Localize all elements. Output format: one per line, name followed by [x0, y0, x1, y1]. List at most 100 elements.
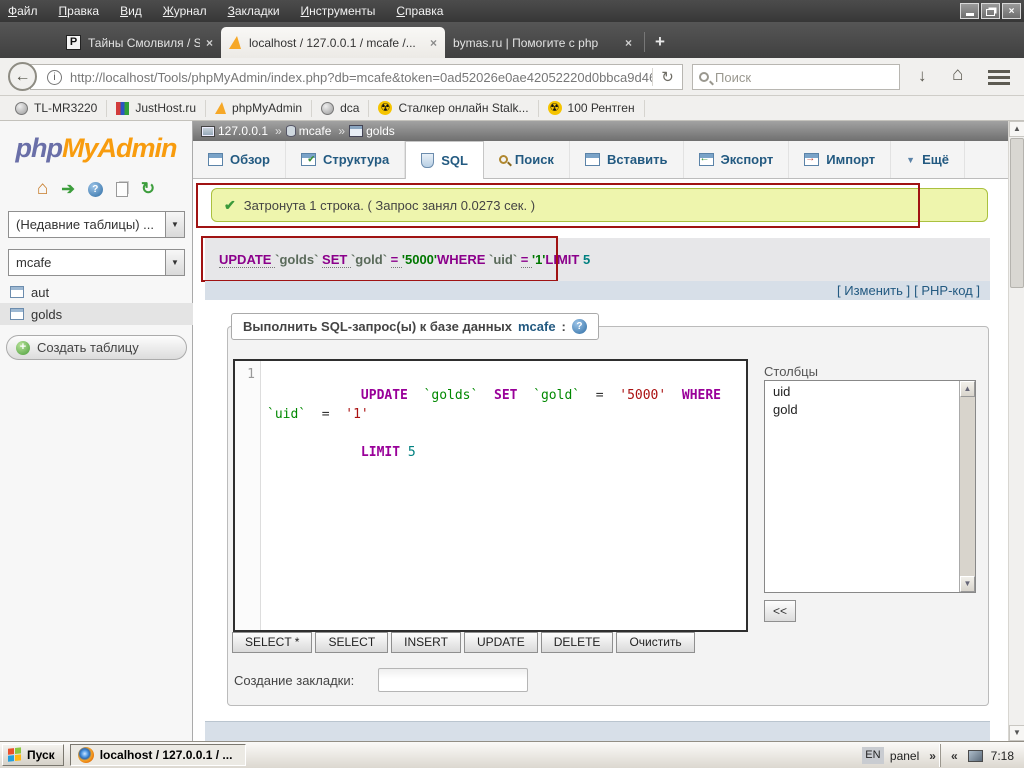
scroll-up-icon[interactable]: ▲ — [960, 381, 975, 397]
search-input[interactable] — [715, 70, 899, 85]
pma-tab[interactable]: Структура — [286, 141, 405, 178]
network-monitor-icon[interactable] — [968, 750, 983, 762]
pma-tab[interactable]: ▼ Ещё — [891, 141, 965, 178]
sql-token: WHERE — [682, 388, 737, 403]
scroll-down-icon[interactable]: ▼ — [960, 576, 975, 592]
scroll-up-icon[interactable]: ▲ — [1009, 121, 1024, 137]
pma-tab-bar: Обзор Структура SQL Поиск — [193, 141, 1008, 179]
bookmark-item[interactable]: ☢ Сталкер онлайн Stalk... — [369, 100, 538, 117]
bookmark-item[interactable]: ☢ 100 Рентген — [539, 100, 645, 117]
menu-item[interactable]: Закладки — [228, 4, 280, 18]
legend-database-link[interactable]: mcafe — [518, 319, 556, 334]
column-option[interactable]: gold — [773, 402, 959, 420]
pma-tab[interactable]: Вставить — [570, 141, 684, 178]
scroll-down-icon[interactable]: ▼ — [1009, 725, 1024, 741]
chevron-left-icon[interactable]: « — [951, 749, 958, 763]
phpmyadmin-favicon-icon — [229, 36, 241, 49]
pma-tab[interactable]: Поиск — [484, 141, 570, 178]
menu-item[interactable]: Инструменты — [301, 4, 376, 18]
column-option[interactable]: uid — [773, 384, 959, 402]
vertical-scrollbar[interactable]: ▲ ▼ — [1008, 121, 1024, 741]
bookmark-item[interactable]: dca — [312, 100, 369, 117]
minimize-icon[interactable] — [960, 3, 979, 19]
favicon-p-icon: P — [66, 35, 81, 50]
search-box[interactable] — [692, 64, 900, 90]
menu-hamburger-icon[interactable] — [988, 70, 1010, 85]
sql-action-button[interactable]: Очистить — [616, 632, 694, 653]
pma-tab[interactable]: Экспорт — [684, 141, 790, 178]
bookmark-name-input[interactable] — [378, 668, 528, 692]
breadcrumb-table[interactable]: golds — [366, 124, 395, 138]
sql-action-button[interactable]: DELETE — [541, 632, 614, 653]
logout-icon[interactable]: ➔ — [61, 179, 74, 199]
refresh-icon[interactable]: ↻ — [141, 179, 155, 199]
bookmark-label: 100 Рентген — [568, 101, 635, 115]
table-name[interactable]: aut — [31, 285, 49, 300]
downloads-icon[interactable]: ↓ — [918, 66, 927, 86]
start-button[interactable]: Пуск — [2, 744, 64, 766]
bookmark-favicon-icon: ☢ — [378, 101, 392, 115]
menu-item[interactable]: Справка — [396, 4, 443, 18]
menu-item[interactable]: Вид — [120, 4, 142, 18]
browser-tab[interactable]: bymas.ru | Помогите с php × — [445, 27, 640, 58]
help-icon[interactable]: ? — [572, 319, 587, 334]
tab-close-icon[interactable]: × — [430, 36, 437, 50]
chevron-down-icon[interactable]: ▼ — [165, 212, 184, 237]
docs-icon[interactable] — [116, 182, 128, 197]
recent-tables-select[interactable]: (Недавние таблицы) ... ▼ — [8, 211, 185, 238]
bookmark-item[interactable]: TL-MR3220 — [6, 100, 107, 117]
tab-close-icon[interactable]: × — [625, 36, 632, 50]
edit-query-link[interactable]: [ Изменить ] — [837, 283, 910, 298]
home-icon[interactable]: ⌂ — [952, 64, 963, 86]
menu-item[interactable]: Правка — [59, 4, 100, 18]
browser-tab[interactable]: P Тайны Смолвиля / Smallville ... × — [58, 27, 221, 58]
browser-tab-bar: P Тайны Смолвиля / Smallville ... × loca… — [0, 22, 1024, 58]
bookmark-item[interactable]: JustHost.ru — [107, 100, 206, 117]
restore-icon[interactable] — [981, 3, 1000, 19]
table-list-item[interactable]: golds — [0, 303, 193, 325]
php-code-link[interactable]: [ PHP-код ] — [914, 283, 980, 298]
breadcrumb-database[interactable]: mcafe — [299, 124, 332, 138]
sql-action-button[interactable]: UPDATE — [464, 632, 538, 653]
editor-code[interactable]: UPDATE `golds` SET `gold` = '5000' WHERE… — [261, 361, 746, 630]
listbox-scrollbar[interactable]: ▲ ▼ — [959, 381, 975, 592]
reload-icon[interactable]: ↻ — [652, 68, 682, 86]
panel-label[interactable]: panel — [890, 749, 919, 763]
new-tab-button[interactable]: + — [655, 32, 665, 52]
back-button[interactable]: ← — [8, 62, 37, 91]
insert-columns-button[interactable]: << — [764, 600, 796, 622]
sql-action-button[interactable]: SELECT * — [232, 632, 312, 653]
sql-token: `uid` — [267, 407, 322, 422]
table-list-item[interactable]: aut — [0, 281, 193, 303]
sql-token: '1' — [532, 252, 545, 267]
taskbar-task-firefox[interactable]: localhost / 127.0.0.1 / ... — [70, 744, 246, 766]
site-info-icon[interactable]: i — [47, 70, 62, 85]
chevron-down-icon[interactable]: ▼ — [165, 250, 184, 275]
sql-action-button[interactable]: INSERT — [391, 632, 461, 653]
create-table-button[interactable]: + Создать таблицу — [6, 335, 187, 360]
address-bar[interactable]: i http://localhost/Tools/phpMyAdmin/inde… — [30, 64, 683, 90]
pma-tab[interactable]: SQL — [405, 141, 484, 179]
menu-item[interactable]: Файл — [8, 4, 38, 18]
breadcrumb-server[interactable]: 127.0.0.1 — [218, 124, 268, 138]
bookmark-item[interactable]: phpMyAdmin — [206, 100, 312, 117]
table-name[interactable]: golds — [31, 307, 62, 322]
database-select[interactable]: mcafe ▼ — [8, 249, 185, 276]
pma-tab[interactable]: Импорт — [789, 141, 891, 178]
browser-tab-active[interactable]: localhost / 127.0.0.1 / mcafe /... × — [221, 27, 445, 58]
tab-close-icon[interactable]: × — [206, 36, 213, 50]
pma-tab[interactable]: Обзор — [193, 141, 286, 178]
close-icon[interactable]: × — [1002, 3, 1021, 19]
home-icon[interactable]: ⌂ — [37, 178, 48, 200]
pma-tab-icon — [585, 153, 600, 166]
bookmark-favicon-icon — [321, 102, 334, 115]
menu-item[interactable]: Журнал — [163, 4, 207, 18]
columns-listbox[interactable]: uidgold ▲ ▼ — [764, 380, 976, 593]
sql-editor[interactable]: 1 UPDATE `golds` SET `gold` = '5000' WHE… — [233, 359, 748, 632]
url-text[interactable]: http://localhost/Tools/phpMyAdmin/index.… — [70, 70, 652, 85]
scrollbar-thumb[interactable] — [1010, 138, 1024, 288]
language-indicator[interactable]: EN — [862, 747, 884, 764]
chevron-right-icon[interactable]: » — [929, 749, 936, 763]
sql-action-button[interactable]: SELECT — [315, 632, 388, 653]
help-icon[interactable]: ? — [88, 182, 103, 197]
